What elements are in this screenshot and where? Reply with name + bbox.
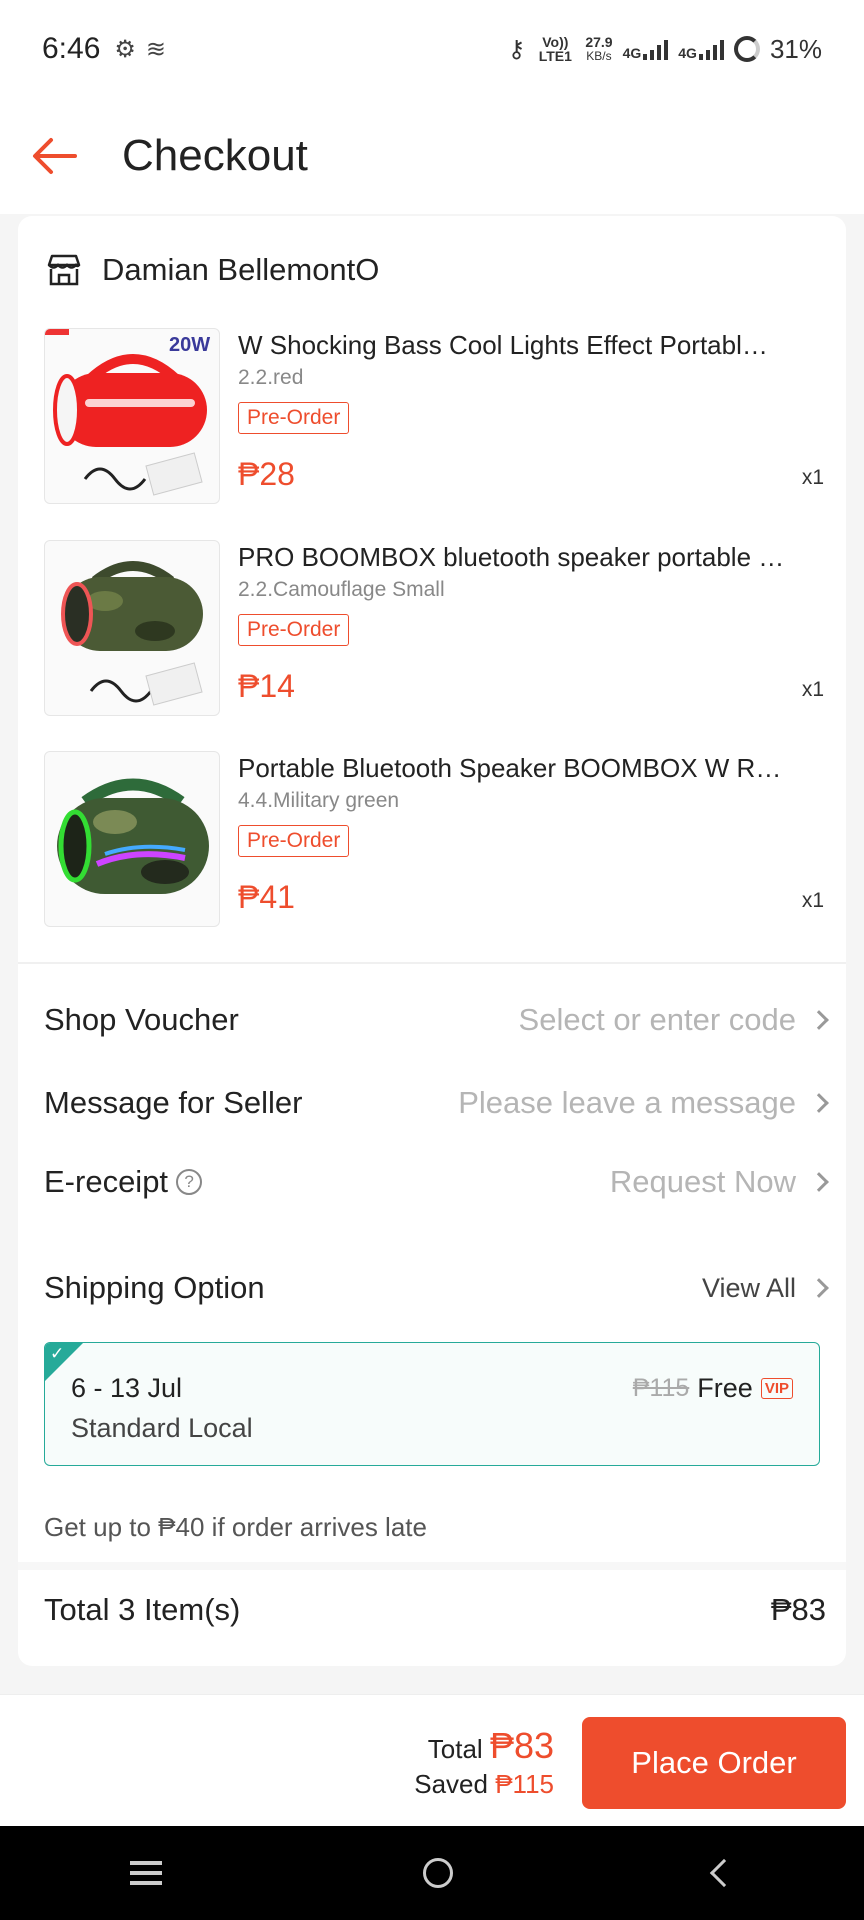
message-seller-label: Message for Seller [44, 1085, 303, 1120]
checkout-bottom-bar: Total ₱83 Saved ₱115 Place Order [0, 1694, 864, 1826]
shipping-price: ₱115 Free VIP [633, 1373, 793, 1404]
checkmark-icon: ✓ [50, 1344, 65, 1363]
chevron-right-icon [809, 1010, 829, 1030]
system-nav-bar [0, 1826, 864, 1920]
status-indicators: ⚷ Vo)) LTE1 27.9 KB/s 4G 4G 31% [508, 34, 822, 65]
help-icon[interactable]: ? [176, 1169, 203, 1195]
late-delivery-note: Get up to ₱40 if order arrives late [44, 1512, 427, 1542]
chevron-right-icon [809, 1093, 829, 1113]
back-arrow-icon [33, 138, 77, 174]
battery-icon [733, 36, 760, 62]
message-seller-row[interactable]: Message for Seller Please leave a messag… [44, 1085, 829, 1121]
order-item[interactable]: PRO BOOMBOX bluetooth speaker portable …… [44, 540, 824, 718]
net-type-1: 4G [622, 45, 642, 61]
ereceipt-value: Request Now [609, 1164, 796, 1199]
item-price: ₱28 [238, 456, 295, 492]
item-price: ₱14 [238, 668, 295, 704]
item-quantity: x1 [801, 889, 824, 912]
status-notification-icons: ⚙ ≋ [114, 35, 166, 64]
preorder-badge: Pre-Order [238, 402, 350, 434]
header: Checkout [0, 98, 864, 214]
signal-bars-2-icon [698, 38, 724, 60]
order-item[interactable]: Portable Bluetooth Speaker BOOMBOX W R… … [44, 751, 824, 929]
volte-indicator: Vo)) LTE1 [538, 34, 572, 64]
page-title: Checkout [122, 131, 308, 180]
signal-bars-1-icon [643, 38, 669, 60]
chevron-right-icon [809, 1172, 829, 1192]
shipping-old-price: ₱115 [632, 1374, 690, 1402]
summary-saved-value: ₱115 [495, 1769, 554, 1799]
order-card: Damian BellemontO 20W W Shocking Bass Co… [18, 216, 846, 1666]
shipping-option-label: Shipping Option [44, 1270, 265, 1305]
order-total-value: ₱83 [770, 1592, 826, 1627]
preorder-badge: Pre-Order [238, 614, 350, 646]
item-price: ₱41 [238, 879, 295, 915]
shop-voucher-label: Shop Voucher [44, 1002, 239, 1037]
preorder-badge: Pre-Order [238, 825, 350, 857]
order-total-label: Total 3 Item(s) [44, 1592, 241, 1627]
product-image [44, 751, 220, 927]
shipping-method: Standard Local [71, 1413, 253, 1443]
shipping-option-card[interactable]: ✓ 6 - 13 Jul Standard Local ₱115 Free VI… [44, 1342, 820, 1466]
ereceipt-label: E-receipt [44, 1164, 169, 1199]
item-title: W Shocking Bass Cool Lights Effect Porta… [238, 330, 768, 360]
recents-icon[interactable] [130, 1861, 163, 1885]
home-icon[interactable] [422, 1858, 453, 1888]
item-variant: 4.4.Military green [238, 789, 400, 812]
battery-level: 31% [769, 33, 822, 64]
item-quantity: x1 [801, 678, 824, 701]
item-variant: 2.2.Camouflage Small [238, 578, 445, 601]
chevron-right-icon [809, 1278, 829, 1298]
nav-back-icon[interactable] [709, 1858, 738, 1888]
shipping-date: 6 - 13 Jul [71, 1373, 183, 1403]
shop-header[interactable]: Damian BellemontO [46, 252, 379, 288]
summary-total-label: Total [427, 1734, 483, 1764]
vip-badge-icon: VIP [760, 1378, 793, 1399]
store-icon [47, 254, 81, 286]
payment-summary: Total ₱83 Saved ₱115 [414, 1725, 554, 1800]
item-variant: 2.2.red [238, 366, 304, 389]
signal-1: 4G [623, 38, 669, 60]
product-image [44, 540, 220, 716]
app-notification-icon: ≋ [145, 35, 167, 63]
net-type-2: 4G [678, 45, 697, 61]
shipping-view-all[interactable]: View All [702, 1273, 796, 1304]
key-icon: ⚷ [507, 35, 526, 63]
product-image: 20W [44, 328, 220, 504]
summary-total: Total ₱83 [414, 1725, 554, 1767]
summary-total-value: ₱83 [489, 1725, 554, 1766]
order-total-row: Total 3 Item(s) ₱83 [44, 1592, 826, 1628]
summary-saved-label: Saved [414, 1769, 488, 1799]
divider [18, 962, 846, 964]
shop-voucher-row[interactable]: Shop Voucher Select or enter code [44, 1002, 829, 1038]
openai-notification-icon: ⚙ [114, 35, 136, 63]
network-speed: 27.9 KB/s [585, 35, 612, 63]
shipping-option-row[interactable]: Shipping Option View All [44, 1270, 829, 1306]
summary-saved: Saved ₱115 [414, 1769, 554, 1800]
network-speed-unit: KB/s [586, 49, 612, 63]
network-speed-value: 27.9 [585, 34, 613, 50]
message-seller-input[interactable]: Please leave a message [458, 1085, 796, 1121]
divider [18, 1562, 846, 1570]
shipping-fee: Free [697, 1373, 753, 1403]
item-quantity: x1 [801, 466, 824, 489]
ereceipt-row[interactable]: E-receipt ? Request Now [44, 1164, 829, 1200]
shop-voucher-value: Select or enter code [518, 1002, 796, 1037]
signal-2: 4G [678, 38, 724, 60]
place-order-button[interactable]: Place Order [582, 1717, 846, 1809]
shop-name: Damian BellemontO [102, 252, 380, 287]
item-title: PRO BOOMBOX bluetooth speaker portable … [238, 542, 785, 572]
item-title: Portable Bluetooth Speaker BOOMBOX W R… [238, 753, 782, 783]
order-item[interactable]: 20W W Shocking Bass Cool Lights Effect P… [44, 328, 824, 506]
back-button[interactable] [0, 98, 110, 214]
thumb-label: 20W [169, 334, 210, 356]
status-time: 6:46 [42, 32, 101, 65]
status-bar: 6:46 ⚙ ≋ ⚷ Vo)) LTE1 27.9 KB/s 4G 4G 31% [0, 0, 864, 98]
